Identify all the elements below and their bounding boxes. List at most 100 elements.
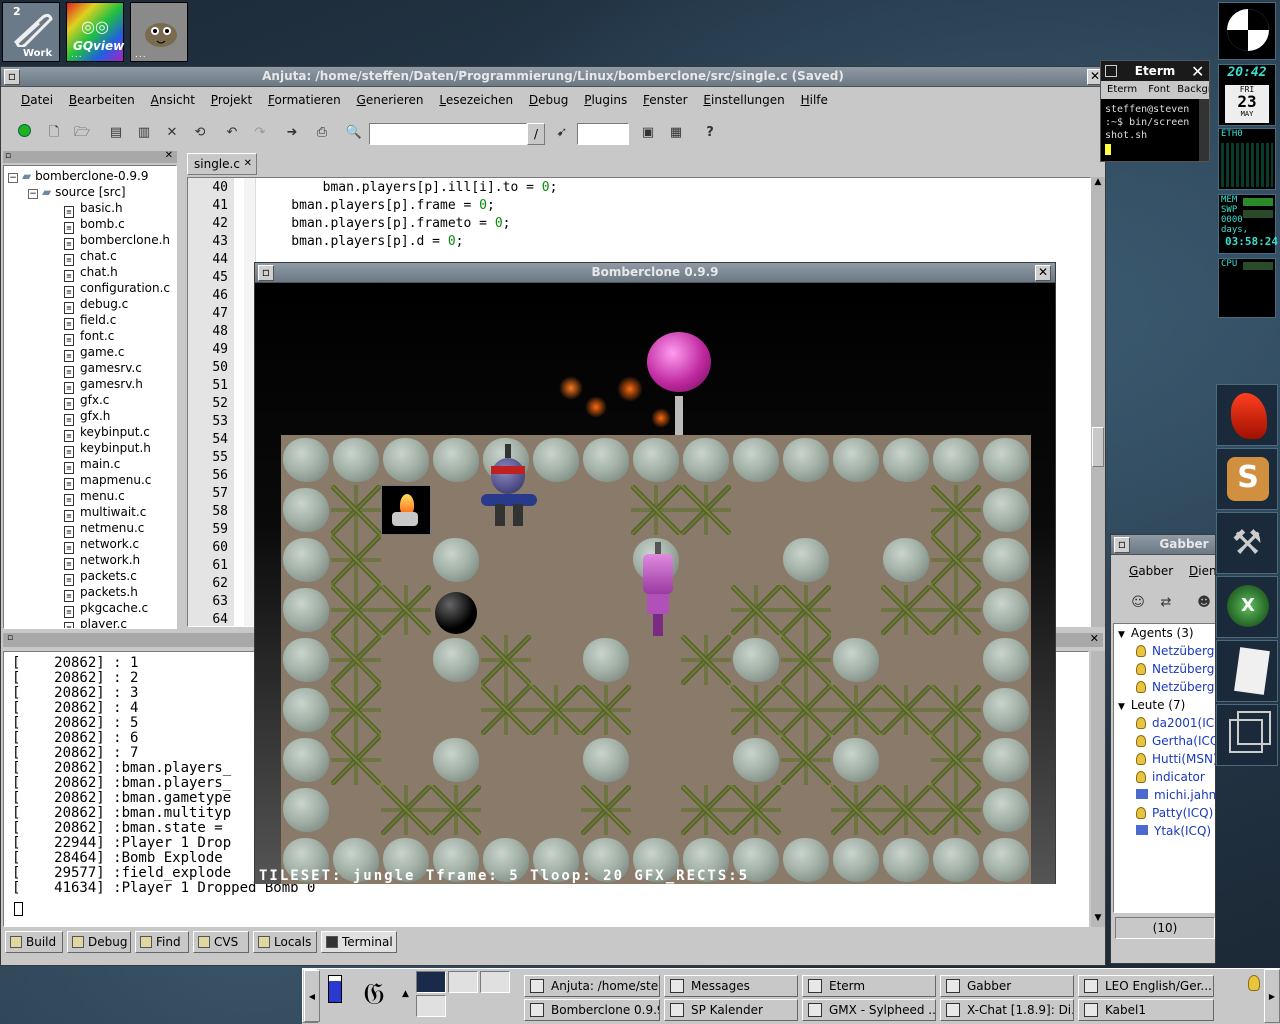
roster-item[interactable]: Patty(ICQ) [1136,804,1213,822]
close-button[interactable]: ✕ [1035,265,1051,281]
tab-cvs[interactable]: CVS [193,931,249,953]
window-icon[interactable]: ▣ [639,124,657,142]
roster-group-agents[interactable]: ▼ Agents (3) [1118,624,1194,642]
close-icon[interactable]: ✕ [1191,62,1204,81]
tree-file-item[interactable]: ≡ network.c [64,536,139,554]
tree-file-item[interactable]: ≡ main.c [64,456,120,474]
workspace-1[interactable] [416,971,446,993]
taskbar-hide-left-2[interactable]: ◀ [304,970,320,1022]
eterm-menu-font[interactable]: Font [1140,84,1170,95]
connect-icon[interactable]: ⇄ [1157,594,1175,612]
roster-item[interactable]: Netzüberga [1136,642,1215,660]
tree-close-icon[interactable]: ✕ [165,150,173,161]
task-button[interactable]: SP Kalender [664,999,798,1021]
tab-single-c[interactable]: single.c ✕ [187,153,257,175]
tree-file-item[interactable]: ≡ netmenu.c [64,520,144,538]
tree-file-item[interactable]: ≡ configuration.c [64,280,170,298]
undo-icon[interactable]: ↶ [223,124,241,142]
collapse-icon[interactable]: − [28,189,38,199]
task-button[interactable]: Anjuta: /home/ste... [524,975,660,997]
eterm-scrollbar[interactable] [1199,99,1209,161]
tree-file-item[interactable]: ≡ gfx.h [64,408,110,426]
window-menu-button[interactable] [1105,65,1117,77]
sylpheed-dock-icon[interactable]: S [1216,448,1278,510]
task-button[interactable]: Messages [664,975,798,997]
eterm-menu-eterm[interactable]: Eterm [1101,84,1137,95]
pane-close-icon[interactable]: ✕ [1090,632,1099,645]
task-button[interactable]: Eterm [802,975,936,997]
tree-file-item[interactable]: ≡ menu.c [64,488,125,506]
tree-file-item[interactable]: ≡ keybinput.c [64,424,150,442]
pane-menu-icon[interactable]: ▫ [7,633,13,643]
run-icon[interactable] [15,124,33,142]
print-icon[interactable]: ⎙ [313,124,331,142]
task-button[interactable]: X-Chat [1.8.9]: Di... [940,999,1074,1021]
tree-file-item[interactable]: ≡ bomb.c [64,216,125,234]
tree-root[interactable]: − ▰ bomberclone-0.9.9 [8,168,149,184]
gqview-launcher[interactable]: ◎◎ GQview ... [66,2,124,62]
tree-file-item[interactable]: ≡ debug.c [64,296,128,314]
tab-locals[interactable]: Locals [253,931,317,953]
new-file-icon[interactable]: 🗋 [45,124,63,142]
save-icon[interactable]: ▤ [107,124,125,142]
tab-debug[interactable]: Debug [67,931,131,953]
taskbar-arrow-icon[interactable]: ▲ [402,989,409,999]
tree-file-item[interactable]: ≡ packets.c [64,568,137,586]
window-menu-button[interactable]: ▫ [1114,537,1130,553]
gimp-launcher[interactable]: ... [130,2,188,62]
bomberclone-titlebar[interactable]: Bomberclone 0.9.9 [255,263,1055,283]
tree-file-item[interactable]: ≡ bomberclone.h [64,232,170,250]
close-file-icon[interactable]: ✕ [163,124,181,142]
roster-item[interactable]: Netzüberga [1136,678,1215,696]
tree-file-item[interactable]: ≡ field.c [64,312,116,330]
tray-bulb-icon[interactable] [1248,975,1260,991]
tree-file-item[interactable]: ≡ multiwait.c [64,504,146,522]
redo-icon[interactable]: ↷ [251,124,269,142]
menu-generieren[interactable]: Generieren [351,88,430,112]
tree-folder[interactable]: − ▰ source [src] [28,184,126,200]
menu-datei[interactable]: Datei [15,88,59,112]
task-button[interactable]: Kabel1 [1078,999,1214,1021]
eterm-menu-backgr[interactable]: Backgr [1173,84,1209,95]
tab-find[interactable]: Find [135,931,189,953]
status-icon[interactable]: ☺ [1129,594,1147,612]
task-button[interactable]: GMX - Sylpheed ... [802,999,936,1021]
gnome-foot-icon[interactable]: 𝔊 [354,975,394,1017]
window-menu-button[interactable]: ▫ [258,265,274,281]
search-input[interactable] [369,123,527,145]
pager-widget[interactable] [1218,2,1276,60]
tree-file-item[interactable]: ≡ gfx.c [64,392,109,410]
gabber-menu-gabber[interactable]: Gabber [1123,559,1179,583]
bomberclone-dock-icon[interactable] [1216,384,1278,446]
contact-icon[interactable]: ☻ [1195,594,1213,612]
menu-einstellungen[interactable]: Einstellungen [697,88,790,112]
workspace-pager[interactable] [416,971,512,1021]
tree-file-item[interactable]: ≡ chat.c [64,248,117,266]
menu-formatieren[interactable]: Formatieren [262,88,347,112]
menu-fenster[interactable]: Fenster [637,88,694,112]
gabber-menu-dienst[interactable]: Dienst [1183,559,1215,583]
tree-file-item[interactable]: ≡ network.h [64,552,140,570]
anjuta-titlebar[interactable]: Anjuta: /home/steffen/Daten/Programmieru… [1,67,1105,87]
editor-scrollbar[interactable]: ▲ [1091,177,1105,627]
roster-group-leute[interactable]: ▼ Leute (7) [1118,696,1185,714]
roster-item[interactable]: Netzüberga [1136,660,1215,678]
goto-icon[interactable]: ➜ [283,124,301,142]
eterm-output[interactable]: steffen@steven :~$ bin/screen shot.sh [1105,103,1199,155]
xchat-dock-icon[interactable]: X [1216,576,1278,638]
tree-file-item[interactable]: ≡ mapmenu.c [64,472,151,490]
save-all-icon[interactable]: ▥ [135,124,153,142]
menu-bearbeiten[interactable]: Bearbeiten [63,88,141,112]
menu-projekt[interactable]: Projekt [205,88,258,112]
menu-plugins[interactable]: Plugins [578,88,633,112]
taskbar-hide-right[interactable]: ▶ [1264,969,1280,1023]
roster-item[interactable]: Ytak(ICQ) [1136,822,1211,840]
open-file-icon[interactable]: 🗁 [73,124,91,142]
workspace-4[interactable] [416,995,446,1017]
tree-file-item[interactable]: ≡ pkgcache.c [64,600,148,618]
tab-terminal[interactable]: Terminal [321,931,397,953]
task-button[interactable]: Bomberclone 0.9.9 [524,999,660,1021]
tree-file-item[interactable]: ≡ game.c [64,344,124,362]
scroll-down-icon[interactable]: ▼ [1091,913,1105,927]
expand-icon[interactable]: ▼ [1118,702,1125,712]
